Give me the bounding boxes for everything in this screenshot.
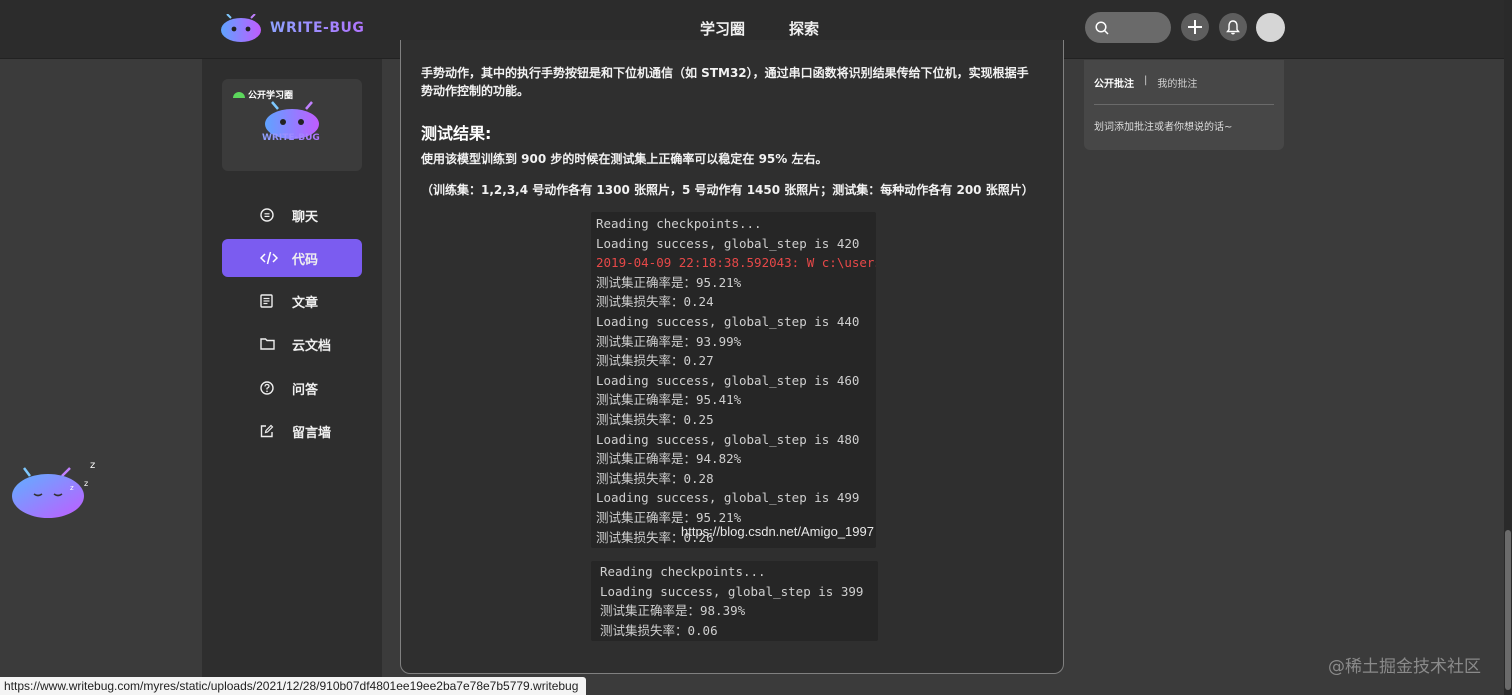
tab-public-annotations[interactable]: 公开批注 <box>1094 75 1134 90</box>
tab-separator: | <box>1144 75 1148 86</box>
code-line: 测试集损失率：0.27 <box>596 353 714 369</box>
code-line: Reading checkpoints... <box>600 564 766 579</box>
code-line: Loading success, global_step is 440 <box>596 313 860 329</box>
image-watermark: https://blog.csdn.net/Amigo_1997 <box>681 524 874 539</box>
code-line: Loading success, global_step is 499 <box>596 490 860 506</box>
code-line: 测试集损失率：0.24 <box>596 294 714 310</box>
sidebar-item-cloud-docs[interactable]: 云文档 <box>222 325 362 363</box>
code-line: Loading success, global_step is 460 <box>596 372 860 388</box>
annotation-tabs: 公开批注 | 我的批注 <box>1094 75 1197 90</box>
code-line: 测试集正确率是：93.99% <box>596 333 742 349</box>
sidebar-item-message-wall[interactable]: 留言墙 <box>222 412 362 450</box>
code-line: Loading success, global_step is 480 <box>596 431 860 447</box>
article-panel: 手势动作，其中的执行手势按钮是和下位机通信（如 STM32），通过串口函数将识别… <box>400 40 1064 674</box>
question-icon <box>260 381 274 395</box>
code-line: 测试集损失率：0.25 <box>596 411 714 427</box>
code-block-output-2: Reading checkpoints... Loading success, … <box>591 561 878 641</box>
intro-line: 手势动作，其中的执行手势按钮是和下位机通信（如 STM32），通过串口函数将识别… <box>421 66 1029 80</box>
code-block-output-1: Reading checkpoints... Loading success, … <box>591 212 876 548</box>
bell-icon <box>1226 19 1240 34</box>
nav-item-study-circle[interactable]: 学习圈 <box>700 18 745 39</box>
brand-name: WRITE-BUG <box>270 20 365 36</box>
tab-my-annotations[interactable]: 我的批注 <box>1157 75 1197 90</box>
circle-card-brand: WRITE-BUG <box>262 133 320 143</box>
code-line: 测试集损失率：0.06 <box>600 622 718 638</box>
notifications-button[interactable] <box>1219 13 1247 41</box>
search-icon <box>1095 20 1109 35</box>
folder-icon <box>260 338 275 350</box>
annotation-panel: 公开批注 | 我的批注 划词添加批注或者你想说的话~ <box>1084 60 1284 150</box>
sidebar-item-label: 云文档 <box>292 338 332 354</box>
status-bar-url: https://www.writebug.com/myres/static/up… <box>0 677 587 695</box>
code-line: 测试集正确率是：95.21% <box>596 274 742 290</box>
svg-text:z: z <box>90 460 95 471</box>
circle-card[interactable]: 公开学习圈 WRITE-BUG <box>222 79 362 171</box>
code-line: Reading checkpoints... <box>596 216 762 231</box>
corner-watermark: @稀土掘金技术社区 <box>1328 657 1481 677</box>
results-heading: 测试结果: <box>421 124 492 143</box>
plus-icon <box>1188 20 1202 34</box>
sleeping-robot-mascot-icon[interactable]: z z z <box>10 458 106 522</box>
circle-card-label: 公开学习圈 <box>248 91 294 101</box>
android-icon <box>233 92 245 98</box>
sidebar-item-article[interactable]: 文章 <box>222 282 362 320</box>
create-button[interactable] <box>1181 13 1209 41</box>
robot-logo-icon <box>221 14 261 42</box>
sidebar-item-label: 问答 <box>292 382 319 398</box>
nav-item-explore[interactable]: 探索 <box>789 18 819 39</box>
code-line: 测试集正确率是：98.39% <box>600 603 746 619</box>
code-line: 测试集正确率是：94.82% <box>596 451 742 467</box>
sidebar-item-label: 聊天 <box>292 209 319 225</box>
divider <box>1094 104 1274 105</box>
brand-logo-link[interactable]: WRITE-BUG <box>220 11 364 45</box>
search-box[interactable] <box>1085 12 1171 43</box>
results-text: （训练集：1,2,3,4 号动作各有 1300 张照片，5 号动作有 1450 … <box>421 183 1034 197</box>
sidebar-item-label: 代码 <box>292 252 319 268</box>
search-input[interactable] <box>1115 19 1163 36</box>
code-icon <box>260 251 278 265</box>
svg-text:z: z <box>70 484 74 492</box>
results-text: 使用该模型训练到 900 步的时候在测试集上正确率可以稳定在 95% 左右。 <box>421 152 828 166</box>
chat-icon <box>260 208 274 222</box>
code-line: 测试集正确率是：95.41% <box>596 392 742 408</box>
intro-line: 势动作控制的功能。 <box>421 84 530 98</box>
article-icon <box>260 294 273 308</box>
sidebar-item-qa[interactable]: 问答 <box>222 369 362 407</box>
edit-icon <box>260 424 274 438</box>
code-line: Loading success, global_step is 420 <box>596 235 860 251</box>
sidebar-item-label: 文章 <box>292 295 319 311</box>
code-line: 测试集损失率：0.28 <box>596 470 714 486</box>
sidebar-item-chat[interactable]: 聊天 <box>222 196 362 234</box>
sidebar-item-code[interactable]: 代码 <box>222 239 362 277</box>
user-avatar[interactable] <box>1256 13 1285 42</box>
svg-text:z: z <box>84 479 88 488</box>
annotation-hint: 划词添加批注或者你想说的话~ <box>1094 122 1233 133</box>
sidebar-item-label: 留言墙 <box>292 425 332 441</box>
main-nav: 学习圈 探索 <box>700 18 819 39</box>
code-line-warning: 2019-04-09 22:18:38.592043: W c:\users\u <box>596 255 876 271</box>
code-line: Loading success, global_step is 399 <box>600 583 864 599</box>
left-sidebar: 公开学习圈 WRITE-BUG 聊天 代码 文章 云文档 问答 留言墙 <box>202 59 382 695</box>
scrollbar-thumb[interactable] <box>1505 530 1511 690</box>
